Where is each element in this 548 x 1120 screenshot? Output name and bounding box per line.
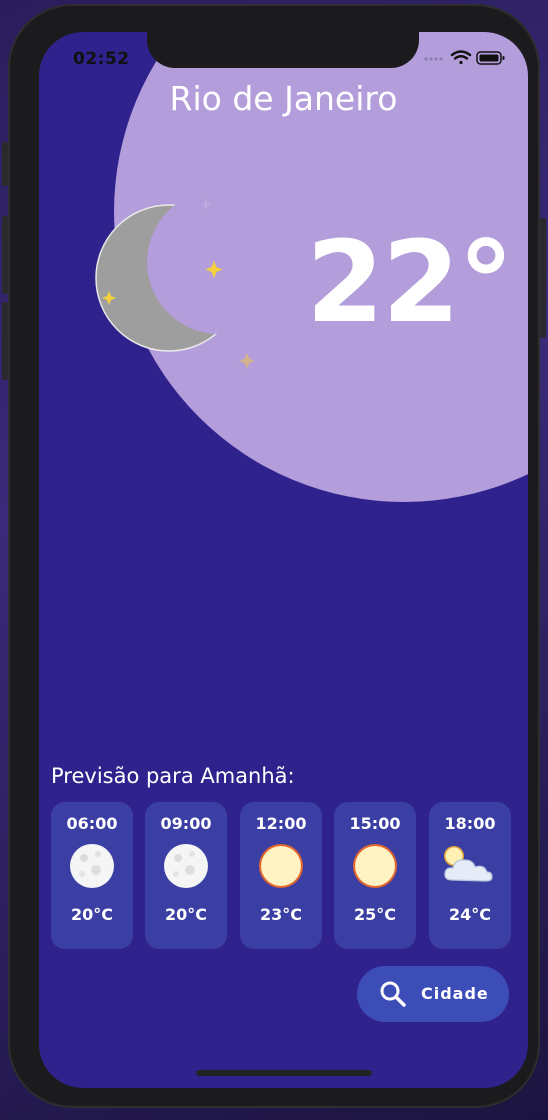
forecast-card[interactable]: 06:00 20°C: [51, 802, 133, 949]
search-city-button[interactable]: Cidade: [357, 966, 509, 1022]
sun-icon: [351, 842, 399, 890]
forecast-title: Previsão para Amanhã:: [51, 764, 295, 788]
forecast-temp: 20°C: [164, 905, 207, 924]
forecast-temp: 23°C: [259, 905, 302, 924]
forecast-card[interactable]: 15:00 25°C: [334, 802, 416, 949]
forecast-card[interactable]: 09:00 20°C: [145, 802, 227, 949]
power-button: [540, 218, 546, 338]
phone-frame: 02:52 Rio de Janeiro 22° Previsão para A…: [2, 4, 546, 1108]
partly-cloudy-icon: [444, 842, 494, 890]
status-icons: [424, 50, 506, 70]
forecast-list: 06:00 20°C 09:00 20°C 12:00 23°C 15:00 2…: [51, 802, 511, 949]
forecast-card[interactable]: 18:00 24°C: [429, 802, 511, 949]
sun-icon: [257, 842, 305, 890]
wifi-icon: [450, 50, 472, 65]
signal-icon: [424, 57, 443, 61]
app-screen: 02:52 Rio de Janeiro 22° Previsão para A…: [39, 32, 528, 1088]
moon-icon: [69, 192, 259, 382]
search-icon: [379, 980, 407, 1008]
forecast-time: 09:00: [160, 814, 212, 833]
current-temperature: 22°: [306, 218, 514, 348]
forecast-temp: 20°C: [70, 905, 113, 924]
notch: [147, 32, 419, 68]
status-time: 02:52: [73, 49, 130, 69]
volume-down-button: [2, 302, 8, 380]
city-name: Rio de Janeiro: [169, 79, 398, 118]
search-city-label: Cidade: [421, 984, 489, 1003]
forecast-time: 18:00: [444, 814, 496, 833]
full-moon-icon: [68, 842, 116, 890]
battery-icon: [476, 51, 505, 65]
mute-switch: [2, 142, 8, 186]
forecast-temp: 25°C: [353, 905, 396, 924]
forecast-time: 12:00: [255, 814, 307, 833]
forecast-time: 06:00: [66, 814, 118, 833]
forecast-time: 15:00: [349, 814, 401, 833]
home-indicator[interactable]: [196, 1070, 372, 1076]
forecast-card[interactable]: 12:00 23°C: [240, 802, 322, 949]
full-moon-icon: [162, 842, 210, 890]
volume-up-button: [2, 216, 8, 294]
forecast-temp: 24°C: [448, 905, 491, 924]
